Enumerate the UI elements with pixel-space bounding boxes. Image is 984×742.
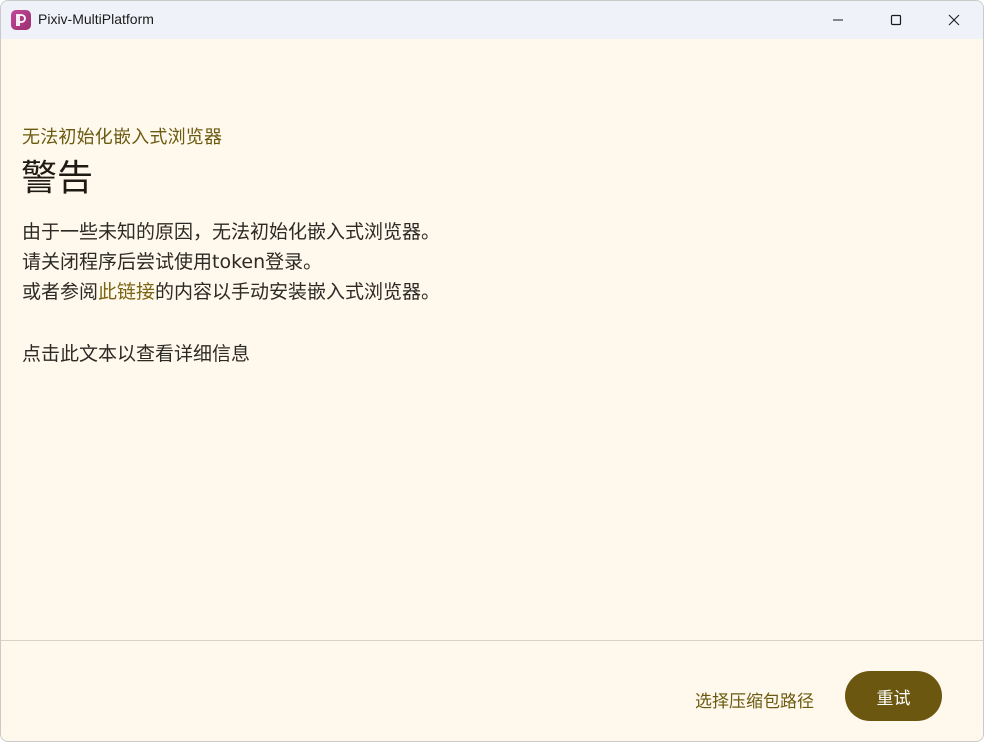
dialog-title: 警告 [21, 158, 94, 199]
dialog-message: 由于一些未知的原因，无法初始化嵌入式浏览器。 请关闭程序后尝试使用token登录… [22, 217, 440, 307]
message-line-1: 由于一些未知的原因，无法初始化嵌入式浏览器。 [22, 221, 441, 243]
dialog-subtitle: 无法初始化嵌入式浏览器 [22, 127, 223, 148]
close-icon [948, 14, 960, 26]
maximize-icon [890, 14, 902, 26]
message-line-3-prefix: 或者参阅 [22, 281, 99, 303]
message-line-2: 请关闭程序后尝试使用token登录。 [22, 251, 323, 273]
dialog-content: 无法初始化嵌入式浏览器 警告 由于一些未知的原因，无法初始化嵌入式浏览器。 请关… [1, 39, 983, 640]
app-window: Pixiv-MultiPlatform 无法初始化嵌入式浏览器 警告 由于一些未… [0, 0, 984, 742]
message-line-3: 或者参阅此链接的内容以手动安装嵌入式浏览器。 [22, 277, 440, 307]
retry-button[interactable]: 重试 [845, 671, 942, 721]
show-details-link[interactable]: 点击此文本以查看详细信息 [22, 339, 250, 366]
dialog-footer: 选择压缩包路径 重试 [1, 641, 983, 741]
minimize-button[interactable] [809, 1, 867, 39]
close-button[interactable] [925, 1, 983, 39]
install-guide-link[interactable]: 此链接 [98, 281, 155, 303]
pixiv-logo-icon [11, 10, 31, 30]
maximize-button[interactable] [867, 1, 925, 39]
minimize-icon [833, 19, 843, 21]
title-bar[interactable]: Pixiv-MultiPlatform [1, 1, 983, 39]
window-title: Pixiv-MultiPlatform [38, 11, 154, 27]
select-archive-path-button[interactable]: 选择压缩包路径 [695, 687, 814, 712]
message-line-3-suffix: 的内容以手动安装嵌入式浏览器。 [155, 281, 441, 303]
